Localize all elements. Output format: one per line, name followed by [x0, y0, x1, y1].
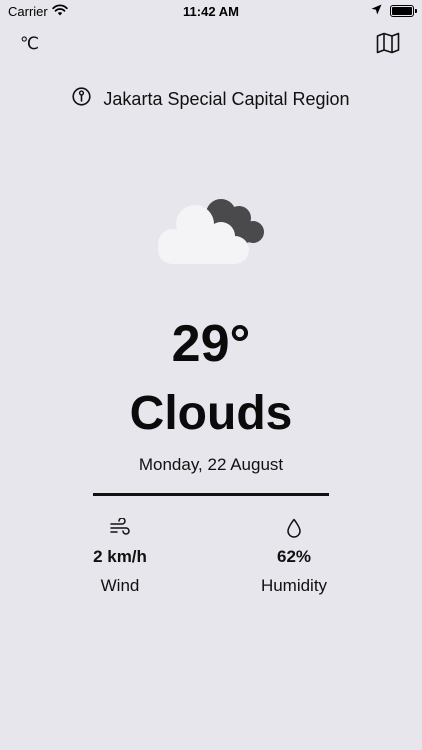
humidity-stat: 62% Humidity [234, 518, 354, 596]
location-name: Jakarta Special Capital Region [103, 88, 350, 109]
location-row[interactable]: Jakarta Special Capital Region [0, 87, 422, 111]
divider [93, 493, 329, 496]
wind-label: Wind [100, 576, 140, 595]
wind-value: 2 km/h [93, 547, 147, 566]
current-date: Monday, 22 August [138, 455, 284, 474]
map-icon [376, 32, 400, 58]
map-button[interactable] [376, 32, 400, 59]
humidity-value: 62% [276, 547, 312, 566]
temperature-unit-button[interactable]: ℃ [20, 34, 39, 54]
battery-fill [392, 6, 412, 15]
clouds-icon [155, 192, 270, 273]
location-info-icon [72, 87, 92, 111]
status-time: 11:42 AM [183, 4, 239, 19]
wind-stat: 2 km/h Wind [60, 518, 180, 596]
battery-icon [390, 4, 417, 17]
location-arrow-icon [371, 3, 382, 18]
humidity-label: Humidity [260, 576, 328, 595]
status-right-group [371, 3, 417, 18]
droplet-icon [234, 518, 354, 540]
status-bar: Carrier 11:42 AM [0, 0, 422, 24]
temperature-value: 29° [171, 315, 251, 373]
weather-condition: Clouds [129, 387, 293, 440]
wind-icon [60, 518, 180, 540]
